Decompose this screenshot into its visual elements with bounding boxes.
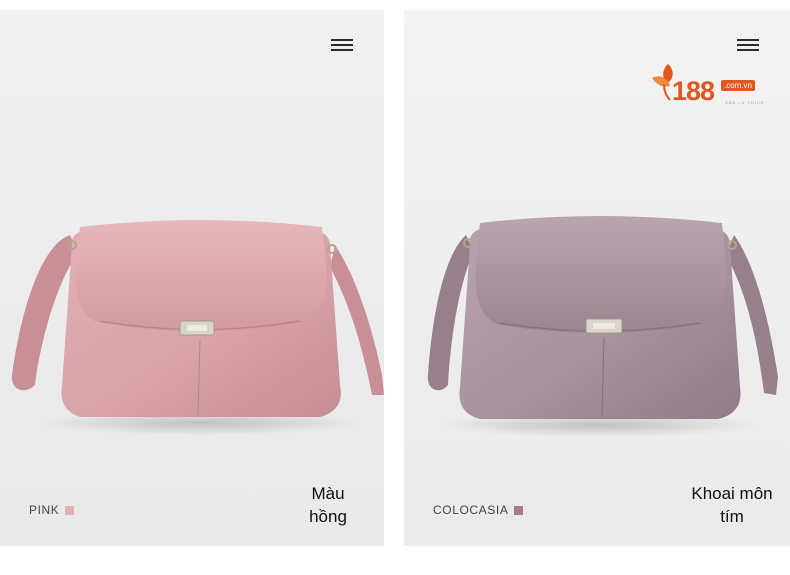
logo-domain: .com.vn [721,80,756,91]
caption-pink: Màu hồng [292,482,364,528]
hamburger-menu-icon[interactable] [331,38,353,52]
color-swatch[interactable] [65,505,75,515]
caption-colocasia: Khoai môn tím [680,482,784,528]
bag-image-pink [11,220,384,435]
caption-line: Khoai môn [691,484,773,503]
logo-number: 188 [672,76,715,106]
bag-image-colocasia [427,216,778,437]
color-name: COLOCASIA [433,503,509,517]
color-name: PINK [29,503,60,517]
color-label-pink: PINK [29,503,75,517]
caption-line: Màu [311,484,345,503]
brand-logo[interactable]: 188 .com.vn SĂN LÀ THÍCH [648,62,778,112]
hamburger-menu-icon[interactable] [737,38,759,52]
product-panel-colocasia: 188 .com.vn SĂN LÀ THÍCH COLOCASIA Khoai… [404,10,790,546]
color-label-colocasia: COLOCASIA [433,503,524,517]
product-panel-pink: PINK Màu hồng [0,10,384,546]
color-swatch[interactable] [514,505,524,515]
caption-line: hồng [309,507,347,526]
logo-tagline: SĂN LÀ THÍCH [725,100,765,105]
caption-line: tím [720,507,744,526]
